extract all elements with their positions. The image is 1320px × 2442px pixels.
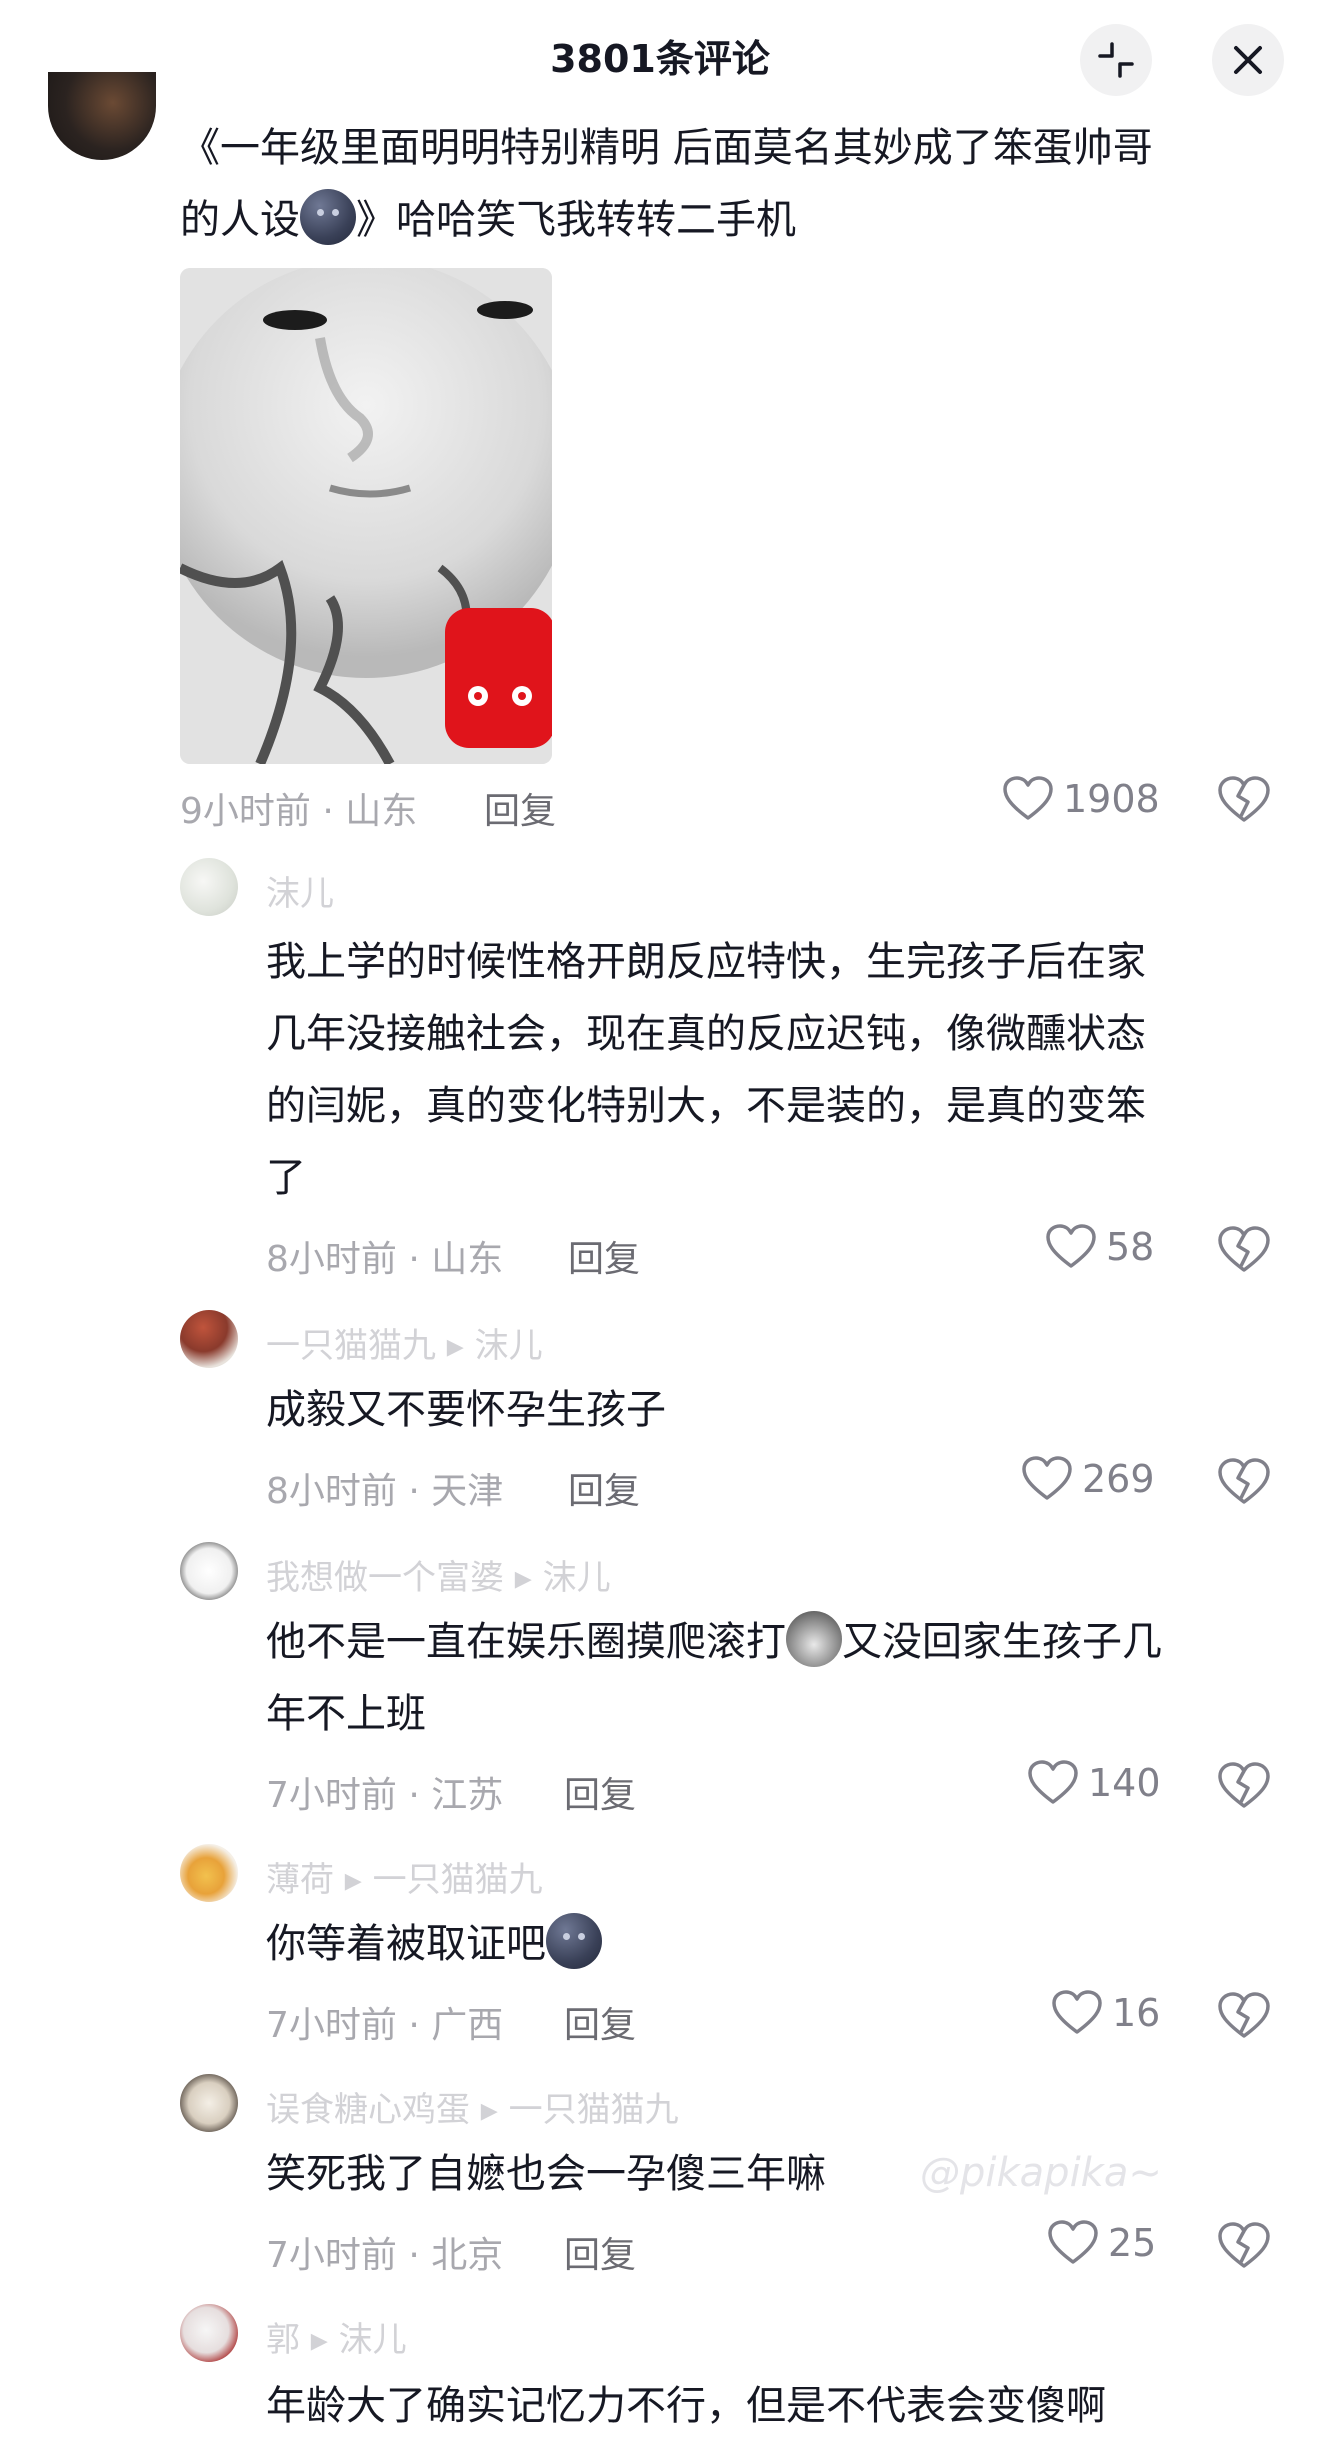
dislike-button[interactable] [1218, 1762, 1270, 1810]
reply-text: 年龄大了确实记忆力不行，但是不代表会变傻啊 [266, 2370, 1276, 2442]
reply-button[interactable]: 回复 [568, 1462, 640, 1514]
heart-icon [1022, 1456, 1072, 1500]
heart-icon [1052, 1990, 1102, 2034]
like-button[interactable]: 140 [1028, 1760, 1161, 1806]
reply-text-line: 又没回家生孩子几 [842, 1619, 1162, 1665]
comment-text: 《一年级里面明明特别精明 后面莫名其妙成了笨蛋帅哥 的人设 》哈哈笑飞我转转二手机 [180, 112, 1260, 256]
watermark: @pikapika~ [920, 2150, 1162, 2196]
broken-heart-icon [1218, 1458, 1270, 1504]
reply-username[interactable]: 一只猫猫九 ▸ 沫儿 [266, 1318, 543, 1367]
comment-text-line: 》哈哈笑飞我转转二手机 [356, 197, 796, 243]
reply-time-location: 7小时前 · 江苏 [266, 1775, 504, 1816]
like-count: 58 [1106, 1225, 1155, 1269]
comment-sticker-image[interactable] [180, 268, 552, 764]
reply-username[interactable]: 我想做一个富婆 ▸ 沫儿 [266, 1550, 611, 1599]
dislike-button[interactable] [1218, 1226, 1270, 1274]
reply-username[interactable]: 郭 ▸ 沫儿 [266, 2312, 407, 2361]
reply-text-line: 年不上班 [266, 1691, 426, 1737]
reply-text-line: 我上学的时候性格开朗反应特快，生完孩子后在家 [266, 939, 1146, 985]
reply-time-location: 7小时前 · 北京 [266, 2235, 504, 2276]
reply-text-line: 你等着被取证吧 [266, 1921, 546, 1967]
like-count: 140 [1088, 1761, 1161, 1805]
reply-username[interactable]: 沫儿 [266, 866, 334, 915]
moon-face-emoji-icon [546, 1913, 602, 1969]
broken-heart-icon [1218, 1226, 1270, 1272]
heart-icon [1003, 776, 1053, 820]
reply-username[interactable]: 误食糖心鸡蛋 ▸ 一只猫猫九 [266, 2082, 679, 2131]
comment-text-line: 《一年级里面明明特别精明 后面莫名其妙成了笨蛋帅哥 [180, 125, 1153, 171]
broken-heart-icon [1218, 1762, 1270, 1808]
like-count: 269 [1082, 1457, 1155, 1501]
like-button[interactable]: 269 [1022, 1456, 1155, 1502]
reply-avatar[interactable] [180, 858, 238, 916]
reply-text-line: 的闫妮，真的变化特别大，不是装的，是真的变笨 [266, 1083, 1146, 1129]
like-button[interactable]: 1908 [1003, 776, 1160, 822]
reply-avatar[interactable] [180, 2304, 238, 2362]
dislike-button[interactable] [1218, 776, 1270, 824]
like-count: 25 [1108, 2221, 1157, 2265]
reply-time-location: 8小时前 · 天津 [266, 1471, 504, 1512]
heart-icon [1048, 2220, 1098, 2264]
dislike-button[interactable] [1218, 1458, 1270, 1506]
broken-heart-icon [1218, 1992, 1270, 2038]
broken-heart-icon [1218, 776, 1270, 822]
reply-text-line: 了 [266, 1155, 306, 1201]
comments-header: 3801条评论 [0, 0, 1320, 120]
heart-icon [1028, 1760, 1078, 1804]
broken-heart-icon [1218, 2222, 1270, 2268]
reply-avatar[interactable] [180, 1310, 238, 1368]
reply-username[interactable]: 薄荷 ▸ 一只猫猫九 [266, 1852, 543, 1901]
like-button[interactable]: 58 [1046, 1224, 1154, 1270]
comment-avatar[interactable] [48, 72, 156, 160]
reply-text-line: 他不是一直在娱乐圈摸爬滚打 [266, 1619, 786, 1665]
reply-button[interactable]: 回复 [568, 1230, 640, 1282]
moon-face-emoji-icon [300, 189, 356, 245]
collapse-button[interactable] [1080, 24, 1152, 96]
close-button[interactable] [1212, 24, 1284, 96]
reply-avatar[interactable] [180, 1542, 238, 1600]
reply-avatar[interactable] [180, 1844, 238, 1902]
like-count: 16 [1112, 1991, 1161, 2035]
reply-text: 成毅又不要怀孕生孩子 [266, 1374, 1276, 1446]
heart-icon [1046, 1224, 1096, 1268]
dislike-button[interactable] [1218, 2222, 1270, 2270]
wolf-emoji-icon [786, 1611, 842, 1667]
reply-text-line: 年龄大了确实记忆力不行，但是不代表会变傻啊 [266, 2383, 1106, 2429]
reply-text-line: 笑死我了自嬷也会一孕傻三年嘛 [266, 2151, 826, 2197]
comment-time-location: 9小时前 · 山东 [180, 791, 418, 832]
reply-button[interactable]: 回复 [564, 2226, 636, 2278]
reply-button[interactable]: 回复 [484, 782, 556, 834]
comment-text-line: 的人设 [180, 197, 300, 243]
reply-time-location: 8小时前 · 山东 [266, 1239, 504, 1280]
like-button[interactable]: 25 [1048, 2220, 1156, 2266]
reply-time-location: 7小时前 · 广西 [266, 2005, 504, 2046]
like-button[interactable]: 16 [1052, 1990, 1160, 2036]
reply-text-line: 几年没接触社会，现在真的反应迟钝，像微醺状态 [266, 1011, 1146, 1057]
reply-avatar[interactable] [180, 2074, 238, 2132]
dislike-button[interactable] [1218, 1992, 1270, 2040]
reply-button[interactable]: 回复 [564, 1996, 636, 2048]
reply-text-line: 成毅又不要怀孕生孩子 [266, 1387, 666, 1433]
like-count: 1908 [1063, 777, 1160, 821]
close-icon [1234, 46, 1262, 74]
collapse-icon [1098, 42, 1134, 78]
reply-button[interactable]: 回复 [564, 1766, 636, 1818]
reply-text: 我上学的时候性格开朗反应特快，生完孩子后在家 几年没接触社会，现在真的反应迟钝，… [266, 926, 1276, 1214]
reply-text: 他不是一直在娱乐圈摸爬滚打 又没回家生孩子几 年不上班 [266, 1606, 1276, 1750]
reply-text: 你等着被取证吧 [266, 1908, 1276, 1980]
